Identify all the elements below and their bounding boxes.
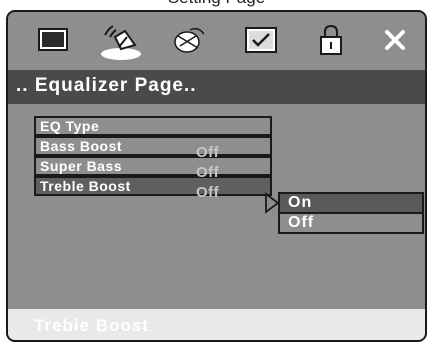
menu-item-eq-type[interactable]: EQ Type [34,116,272,136]
menu-area: EQ Type Bass Boost Super Bass Treble Boo… [8,104,425,309]
page-title: .. Equalizer Page.. [16,75,197,96]
page-title-bar: .. Equalizer Page.. [8,70,425,104]
osd-panel: .. Equalizer Page.. EQ Type Bass Boost S… [6,10,427,342]
lock-icon[interactable] [308,22,354,58]
menu-item-label: Bass Boost [40,138,123,154]
submenu-option-label: On [288,194,313,211]
bass-boost-value: Off [196,144,220,161]
super-bass-value: Off [196,164,220,181]
window-caption: Setting Page [0,0,433,10]
submenu-option-label: Off [288,214,315,231]
menu-item-super-bass[interactable]: Super Bass [34,156,272,176]
menu-item-label: Super Bass [40,158,123,174]
status-bar: Trebie Boost [8,309,425,340]
menu-item-label: EQ Type [40,118,100,134]
treble-boost-value: Off [196,184,220,201]
speaker-icon[interactable] [98,22,144,60]
submenu-arrow-icon [264,192,280,214]
video-icon[interactable] [166,22,212,58]
status-text: Trebie Boost [34,316,149,335]
submenu-option-off[interactable]: Off [278,212,424,234]
menu-item-bass-boost[interactable]: Bass Boost [34,136,272,156]
exit-icon[interactable] [372,22,418,58]
submenu-option-on[interactable]: On [278,192,424,214]
menu-item-label: Treble Boost [40,178,131,194]
icon-toolbar [8,12,425,67]
tv-icon[interactable] [30,22,76,58]
preference-icon[interactable] [238,22,284,58]
menu-item-treble-boost[interactable]: Treble Boost [34,176,272,196]
